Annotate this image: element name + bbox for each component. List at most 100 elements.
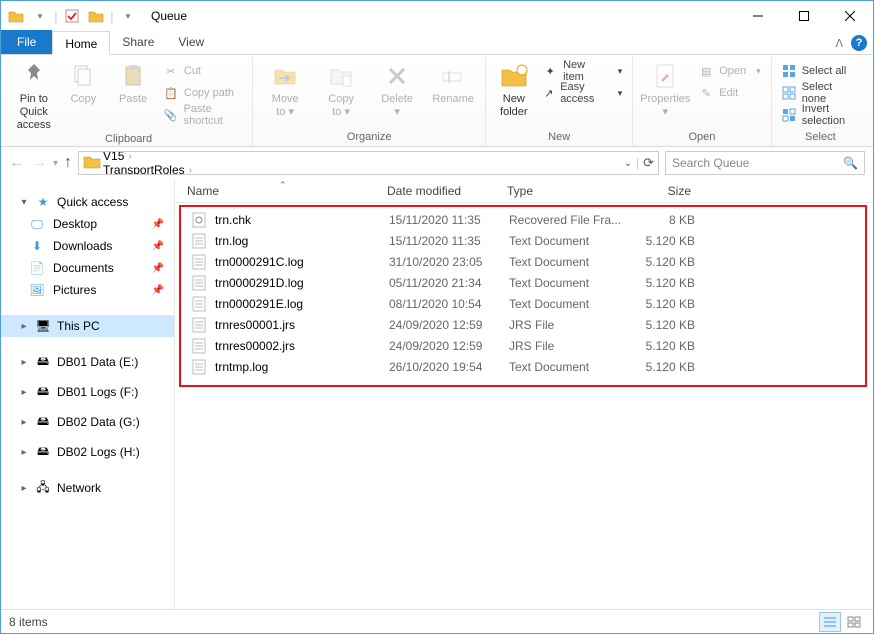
tab-share[interactable]: Share [110, 30, 166, 54]
forward-button[interactable]: → [31, 154, 47, 172]
nav-item-icon: 🖼 [29, 282, 45, 298]
file-name: trnres00001.jrs [215, 318, 295, 332]
new-folder-button[interactable]: New folder [492, 59, 535, 119]
tab-home[interactable]: Home [52, 31, 110, 55]
status-bar: 8 items [1, 609, 873, 633]
paste-shortcut-icon: 📎 [164, 108, 178, 122]
nav-item-icon: 🖵 [29, 216, 45, 232]
dropdown-icon[interactable]: ▾ [29, 5, 51, 27]
tab-view[interactable]: View [166, 30, 216, 54]
group-label: Clipboard [11, 132, 246, 146]
maximize-button[interactable] [781, 1, 827, 31]
open-button[interactable]: ▤Open▾ [695, 61, 764, 81]
breadcrumb-segment[interactable]: TransportRoles› [103, 163, 206, 175]
ribbon-tabs: File Home Share View ᐱ ? [1, 31, 873, 55]
move-to-button[interactable]: Move to ▾ [259, 59, 311, 119]
select-all-button[interactable]: Select all [778, 61, 863, 81]
drive-icon: 🖴 [35, 414, 51, 430]
qat-overflow-icon[interactable]: ▾ [117, 5, 139, 27]
file-row[interactable]: trn0000291E.log08/11/2020 10:54Text Docu… [181, 293, 865, 314]
window-title: Queue [143, 9, 735, 23]
rename-button[interactable]: Rename [427, 59, 479, 106]
file-row[interactable]: trn0000291D.log05/11/2020 21:34Text Docu… [181, 272, 865, 293]
recent-dropdown[interactable]: ▾ [53, 158, 58, 169]
file-row[interactable]: trnres00001.jrs24/09/2020 12:59JRS File5… [181, 314, 865, 335]
breadcrumb-segment[interactable]: V15› [103, 151, 206, 163]
copy-to-button[interactable]: Copy to ▾ [315, 59, 367, 119]
nav-drive[interactable]: ▸🖴DB02 Data (G:) [19, 411, 174, 433]
paste-shortcut-button[interactable]: 📎Paste shortcut [160, 105, 246, 125]
group-organize: Move to ▾ Copy to ▾ Delete▾ Rename Organ… [253, 57, 486, 146]
file-row[interactable]: trnres00002.jrs24/09/2020 12:59JRS File5… [181, 335, 865, 356]
nav-quick-access[interactable]: ▾★Quick access [19, 191, 174, 213]
tab-file[interactable]: File [1, 30, 52, 54]
edit-button[interactable]: ✎Edit [695, 83, 764, 103]
item-count: 8 items [9, 615, 48, 629]
invert-selection-button[interactable]: Invert selection [778, 105, 863, 125]
breadcrumb-bar[interactable]: ›Microsoft›Exchange Server›V15›Transport… [78, 151, 659, 175]
file-date: 15/11/2020 11:35 [389, 213, 509, 227]
file-row[interactable]: trn0000291C.log31/10/2020 23:05Text Docu… [181, 251, 865, 272]
nav-item-desktop[interactable]: 🖵Desktop📌 [19, 213, 174, 235]
pin-icon: 📌 [152, 285, 174, 296]
search-input[interactable]: Search Queue 🔍 [665, 151, 865, 175]
qat-separator: | [109, 5, 115, 27]
paste-button[interactable]: Paste [110, 59, 156, 106]
nav-drive[interactable]: ▸🖴DB02 Logs (H:) [19, 441, 174, 463]
group-label: New [492, 130, 626, 146]
folder-icon[interactable] [85, 5, 107, 27]
nav-item-documents[interactable]: 📄Documents📌 [19, 257, 174, 279]
properties-button[interactable]: Properties▾ [639, 59, 691, 119]
close-button[interactable] [827, 1, 873, 31]
nav-drive[interactable]: ▸🖴DB01 Data (E:) [19, 351, 174, 373]
file-icon [191, 254, 207, 270]
copy-button[interactable]: Copy [61, 59, 107, 106]
column-headers[interactable]: Name⌃ Date modified Type Size [175, 179, 873, 203]
file-type: Text Document [509, 297, 627, 311]
file-type: JRS File [509, 339, 627, 353]
file-row[interactable]: trn.log15/11/2020 11:35Text Document5.12… [181, 230, 865, 251]
cut-icon: ✂ [164, 64, 178, 78]
quick-access-toolbar: ▾ | | ▾ [1, 5, 143, 27]
nav-network[interactable]: ▸🖧Network [19, 477, 174, 499]
file-icon [191, 233, 207, 249]
group-open: Properties▾ ▤Open▾ ✎Edit Open [633, 57, 771, 146]
nav-item-pictures[interactable]: 🖼Pictures📌 [19, 279, 174, 301]
pin-icon: 📌 [152, 263, 174, 274]
help-icon[interactable]: ? [851, 35, 867, 51]
cut-button[interactable]: ✂Cut [160, 61, 246, 81]
file-row[interactable]: trntmp.log26/10/2020 19:54Text Document5… [181, 356, 865, 377]
nav-item-downloads[interactable]: ⬇Downloads📌 [19, 235, 174, 257]
checkbox-icon[interactable] [61, 5, 83, 27]
copy-path-button[interactable]: 📋Copy path [160, 83, 246, 103]
select-none-button[interactable]: Select none [778, 83, 863, 103]
easy-access-button[interactable]: ↗Easy access▾ [539, 83, 626, 103]
delete-button[interactable]: Delete▾ [371, 59, 423, 119]
up-button[interactable]: ↑ [64, 154, 72, 172]
folder-icon[interactable] [5, 5, 27, 27]
nav-item-icon: 📄 [29, 260, 45, 276]
star-icon: ★ [35, 194, 51, 210]
file-date: 08/11/2020 10:54 [389, 297, 509, 311]
address-dropdown-icon[interactable]: ⌄ [624, 158, 632, 169]
new-folder-icon [492, 59, 535, 93]
file-icon [191, 317, 207, 333]
back-button[interactable]: ← [9, 154, 25, 172]
copy-path-icon: 📋 [164, 86, 178, 100]
group-clipboard: Pin to Quick access Copy Paste ✂Cut 📋Cop… [5, 57, 253, 146]
file-size: 5.120 KB [627, 234, 711, 248]
minimize-button[interactable] [735, 1, 781, 31]
thumbnails-view-button[interactable] [843, 612, 865, 632]
nav-this-pc[interactable]: ▸🖥This PC [1, 315, 174, 337]
copy-icon [61, 59, 107, 93]
new-item-button[interactable]: ✦New item▾ [539, 61, 626, 81]
file-type: Text Document [509, 360, 627, 374]
file-size: 5.120 KB [627, 255, 711, 269]
details-view-button[interactable] [819, 612, 841, 632]
file-icon [191, 296, 207, 312]
nav-drive[interactable]: ▸🖴DB01 Logs (F:) [19, 381, 174, 403]
refresh-button[interactable]: ⟳ [643, 155, 654, 171]
pin-to-quick-access-button[interactable]: Pin to Quick access [11, 59, 57, 132]
file-row[interactable]: trn.chk15/11/2020 11:35Recovered File Fr… [181, 209, 865, 230]
collapse-ribbon-icon[interactable]: ᐱ [835, 37, 843, 50]
